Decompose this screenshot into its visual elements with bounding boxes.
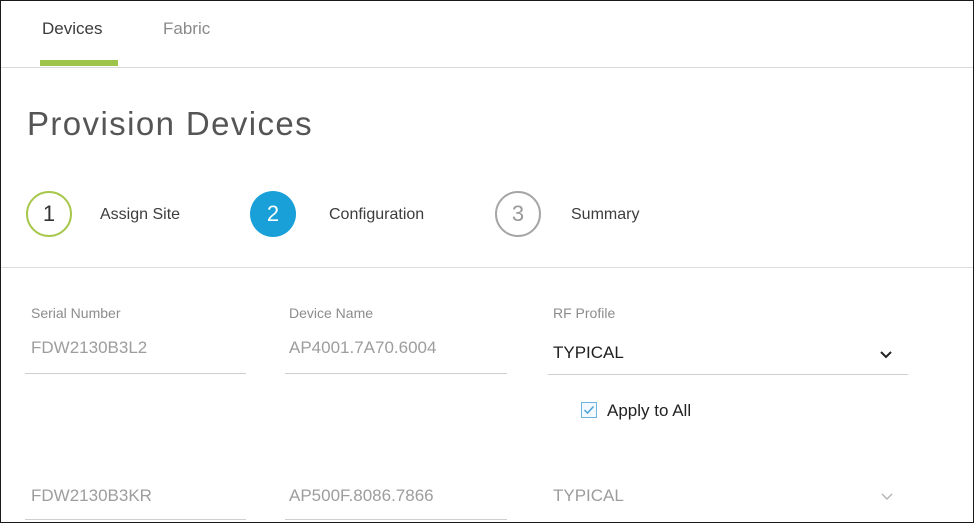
chevron-down-icon[interactable] bbox=[880, 492, 894, 502]
device-name-field: AP4001.7A70.6004 bbox=[289, 338, 437, 357]
step-number-circle: 2 bbox=[250, 191, 296, 237]
steps-divider bbox=[1, 267, 973, 268]
serial-number-field: FDW2130B3L2 bbox=[31, 338, 148, 357]
device-name-field: AP500F.8086.7866 bbox=[289, 486, 434, 505]
field-underline bbox=[285, 519, 507, 520]
serial-number-header: Serial Number bbox=[31, 305, 121, 321]
tabs-divider bbox=[1, 67, 973, 68]
step-label: Assign Site bbox=[100, 206, 181, 223]
page-title: Provision Devices bbox=[27, 105, 314, 142]
tab-fabric[interactable]: Fabric bbox=[163, 19, 210, 39]
step-number-circle: 3 bbox=[495, 191, 541, 237]
rf-profile-selected-value: TYPICAL bbox=[553, 343, 624, 362]
step-label: Configuration bbox=[329, 206, 425, 223]
serial-number-field: FDW2130B3KR bbox=[31, 486, 152, 505]
rf-profile-selected-value: TYPICAL bbox=[553, 486, 624, 505]
field-underline bbox=[25, 373, 246, 374]
chevron-down-icon[interactable] bbox=[879, 350, 893, 360]
tab-devices[interactable]: Devices bbox=[42, 19, 102, 39]
apply-to-all-checkbox[interactable] bbox=[581, 402, 597, 418]
device-name-header: Device Name bbox=[289, 305, 374, 321]
checkmark-icon bbox=[583, 405, 595, 415]
active-tab-indicator bbox=[40, 60, 118, 66]
rf-profile-header: RF Profile bbox=[553, 305, 616, 321]
field-underline bbox=[25, 519, 246, 520]
step-label: Summary bbox=[571, 206, 640, 223]
step-number-circle: 1 bbox=[26, 191, 72, 237]
field-underline bbox=[285, 373, 507, 374]
apply-to-all-label: Apply to All bbox=[607, 401, 692, 420]
field-underline bbox=[548, 374, 908, 375]
provision-devices-window: Devices Fabric Provision Devices 1 Assig… bbox=[0, 0, 974, 523]
